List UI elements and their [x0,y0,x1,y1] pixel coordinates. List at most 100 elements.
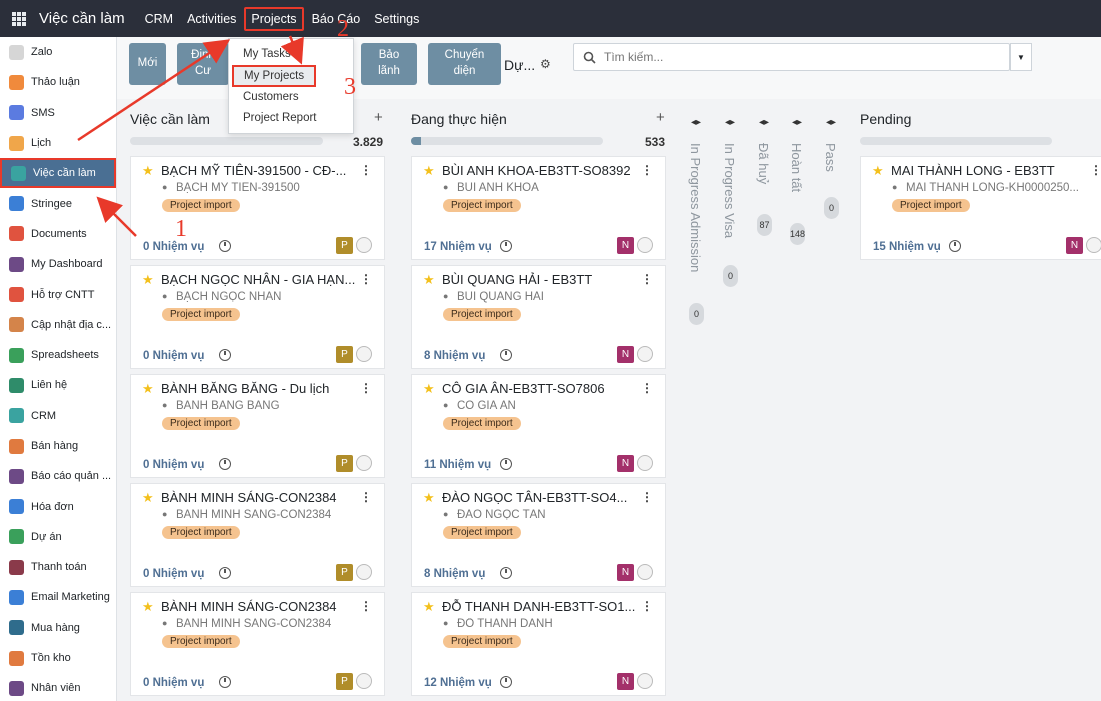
column-title-dang-thuc-hien[interactable]: Đang thực hiện [411,111,507,127]
view-label[interactable]: Dự... [504,57,535,73]
sidebar-item[interactable]: Lịch [0,128,116,158]
sidebar-item[interactable]: Email Marketing [0,582,116,612]
star-icon[interactable]: ★ [142,381,154,397]
sidebar-item[interactable]: Documents [0,219,116,249]
sidebar-item[interactable]: Thanh toán [0,552,116,582]
sidebar-item[interactable]: Stringee [0,188,116,218]
sidebar-item[interactable]: Liên hệ [0,370,116,400]
sidebar-item[interactable]: Hóa đơn [0,491,116,521]
kanban-card[interactable]: ★ CÔ GIA ÂN-EB3TT-SO7806 ⋮ ● CÔ GIA ÂN Projec… [411,374,666,478]
folded-column[interactable]: ◂▸ In Progress Admission 0 [682,117,710,337]
menu-crm[interactable]: CRM [139,7,179,31]
chuyen-dien-button[interactable]: Chuyển diện [428,43,501,85]
status-dot[interactable] [356,455,372,471]
status-dot[interactable] [637,455,653,471]
sidebar-item[interactable]: Tồn kho [0,643,116,673]
add-card-icon[interactable]: + [374,109,383,126]
clock-icon[interactable] [219,349,231,361]
expand-column-icon[interactable]: ◂▸ [716,117,744,128]
dropdown-item-my-projects[interactable]: My Projects [232,65,317,87]
avatar[interactable]: N [617,564,634,581]
sidebar-item[interactable]: Báo cáo quản ... [0,461,116,491]
sidebar-item[interactable]: Việc cần làm [0,158,116,189]
status-dot[interactable] [637,673,653,689]
status-dot[interactable] [1086,237,1101,253]
expand-column-icon[interactable]: ◂▸ [750,117,778,128]
card-task-count[interactable]: 0 Nhiệm vụ [143,459,204,471]
clock-icon[interactable] [500,676,512,688]
avatar[interactable]: P [336,673,353,690]
kanban-card[interactable]: ★ ĐỖ THANH DANH-EB3TT-SO1... ⋮ ● ĐỖ THANH DA… [411,592,666,696]
kebab-menu-icon[interactable]: ⋮ [360,381,372,395]
kebab-menu-icon[interactable]: ⋮ [641,381,653,395]
status-dot[interactable] [356,564,372,580]
sidebar-item[interactable]: Cập nhật địa c... [0,310,116,340]
card-task-count[interactable]: 0 Nhiệm vụ [143,568,204,580]
avatar[interactable]: P [336,564,353,581]
bao-lanh-button[interactable]: Bảo lãnh [361,43,417,85]
avatar[interactable]: P [336,455,353,472]
clock-icon[interactable] [500,458,512,470]
kebab-menu-icon[interactable]: ⋮ [641,599,653,613]
kebab-menu-icon[interactable]: ⋮ [1090,163,1101,177]
app-menu-grid-icon[interactable] [12,11,26,26]
gear-icon[interactable]: ⚙ [540,57,551,71]
avatar[interactable]: N [1066,237,1083,254]
kanban-card[interactable]: ★ BÀNH MINH SÁNG-CON2384 ⋮ ● BÀNH MINH SÁNG-… [130,592,385,696]
kanban-card[interactable]: ★ ĐÀO NGỌC TÂN-EB3TT-SO4... ⋮ ● ĐÀO NGỌC TÂN… [411,483,666,587]
status-dot[interactable] [356,237,372,253]
expand-column-icon[interactable]: ◂▸ [817,117,845,128]
star-icon[interactable]: ★ [142,272,154,288]
dropdown-item-customers[interactable]: Customers [243,91,299,103]
kanban-card[interactable]: ★ MAI THÀNH LONG - EB3TT ⋮ ● MAI THÀNH LONG-… [860,156,1101,260]
menu-activities[interactable]: Activities [181,7,242,31]
card-task-count[interactable]: 17 Nhiệm vụ [424,241,492,253]
clock-icon[interactable] [500,567,512,579]
status-dot[interactable] [637,346,653,362]
sidebar-item[interactable]: My Dashboard [0,249,116,279]
sidebar-item[interactable]: Dự án [0,522,116,552]
clock-icon[interactable] [949,240,961,252]
clock-icon[interactable] [500,349,512,361]
search-input[interactable] [604,50,984,64]
card-task-count[interactable]: 0 Nhiệm vụ [143,677,204,689]
card-task-count[interactable]: 0 Nhiệm vụ [143,241,204,253]
card-task-count[interactable]: 8 Nhiệm vụ [424,350,485,362]
folded-column[interactable]: ◂▸ In Progress Visa 0 [716,117,744,337]
sidebar-item[interactable]: Nhân viên [0,673,116,701]
column-title-viec-can-lam[interactable]: Việc cần làm [130,111,210,127]
folded-column[interactable]: ◂▸ Đã huỷ 87 [750,117,778,337]
status-dot[interactable] [356,346,372,362]
folded-column[interactable]: ◂▸ Pass 0 [817,117,845,337]
clock-icon[interactable] [500,240,512,252]
search-options-toggle[interactable]: ▼ [1010,43,1032,71]
card-task-count[interactable]: 0 Nhiệm vụ [143,350,204,362]
app-title[interactable]: Việc cần làm [39,10,125,27]
sidebar-item[interactable]: Mua hàng [0,613,116,643]
kebab-menu-icon[interactable]: ⋮ [641,490,653,504]
sidebar-item[interactable]: Spreadsheets [0,340,116,370]
dropdown-item-my-tasks[interactable]: My Tasks [243,48,291,60]
star-icon[interactable]: ★ [142,490,154,506]
kanban-card[interactable]: ★ BÀNH BĂNG BĂNG - Du lịch ⋮ ● BÀNH BĂNG BĂN… [130,374,385,478]
status-dot[interactable] [356,673,372,689]
status-dot[interactable] [637,564,653,580]
avatar[interactable]: N [617,346,634,363]
menu-bao-cao[interactable]: Báo Cáo [306,7,367,31]
kebab-menu-icon[interactable]: ⋮ [360,163,372,177]
avatar[interactable]: N [617,237,634,254]
expand-column-icon[interactable]: ◂▸ [783,117,811,128]
kebab-menu-icon[interactable]: ⋮ [641,272,653,286]
sidebar-item[interactable]: Zalo [0,37,116,67]
add-card-icon[interactable]: + [656,109,665,126]
star-icon[interactable]: ★ [423,163,435,179]
kebab-menu-icon[interactable]: ⋮ [360,272,372,286]
star-icon[interactable]: ★ [423,381,435,397]
star-icon[interactable]: ★ [142,163,154,179]
clock-icon[interactable] [219,458,231,470]
kanban-card[interactable]: ★ BÙI ANH KHOA-EB3TT-SO8392 ⋮ ● BÙI ANH KHOA… [411,156,666,260]
sidebar-item[interactable]: CRM [0,401,116,431]
kebab-menu-icon[interactable]: ⋮ [641,163,653,177]
card-task-count[interactable]: 15 Nhiệm vụ [873,241,941,253]
star-icon[interactable]: ★ [423,490,435,506]
